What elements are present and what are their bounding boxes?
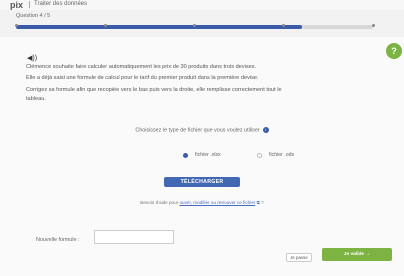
file-help-suffix: ? <box>261 200 264 205</box>
instruction-line-4: tableau. <box>26 96 46 102</box>
option-xlsx-label: fichier .xlsx <box>195 152 221 158</box>
file-help-text: Besoin d'aide pour ouvrir, modifier ou r… <box>0 200 404 205</box>
file-type-prompt: Choisissez le type de fichier que vous v… <box>0 127 404 133</box>
app-title: Traiter des données <box>34 1 88 7</box>
progress-step-dot <box>103 23 107 27</box>
question-counter: Question 4 / 5 <box>16 13 51 19</box>
progress-step-dot <box>371 23 375 27</box>
file-help-link[interactable]: ouvrir, modifier ou retrouver ce fichier <box>179 200 255 205</box>
top-bar: pix Traiter des données <box>0 0 404 10</box>
formula-input[interactable] <box>94 230 174 244</box>
progress-step-dot <box>282 23 286 27</box>
option-xlsx[interactable]: fichier .xlsx <box>183 152 221 158</box>
radio-selected-icon[interactable] <box>183 152 188 158</box>
radio-unselected-icon[interactable] <box>257 152 262 158</box>
validate-button[interactable]: Je valide → <box>322 248 392 261</box>
download-button[interactable]: TÉLÉCHARGER <box>164 177 240 187</box>
progress-step-dot <box>193 23 196 27</box>
external-link-icon[interactable]: ⧉ <box>257 200 260 205</box>
file-type-prompt-text: Choisissez le type de fichier que vous v… <box>135 127 260 134</box>
formula-label: Nouvelle formule : <box>36 237 80 243</box>
instruction-line-3: Corrigez sa formule afin que recopiée ve… <box>26 87 282 93</box>
pix-logo[interactable]: pix <box>10 0 23 10</box>
instruction-line-1: Clémence souhaite faire calculer automat… <box>26 64 257 70</box>
progress-fill <box>16 25 302 29</box>
audio-icon[interactable]: ◀)) <box>27 55 37 63</box>
header-separator <box>29 1 30 8</box>
option-ods-label: fichier .ods <box>269 152 295 158</box>
option-ods[interactable]: fichier .ods <box>257 152 294 158</box>
skip-button[interactable]: Je passe <box>286 253 312 262</box>
instruction-line-2: Elle a déjà saisi une formule de calcul … <box>26 75 259 81</box>
info-icon[interactable]: i <box>262 127 269 133</box>
progress-bar <box>14 23 375 29</box>
help-button[interactable]: ? <box>386 43 402 59</box>
progress-step-dot <box>14 23 18 27</box>
file-help-prefix: Besoin d'aide pour <box>140 200 179 205</box>
